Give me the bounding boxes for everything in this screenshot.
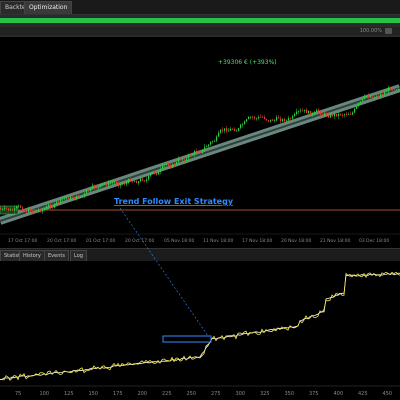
connector-line [119, 207, 209, 337]
connector-overlay [119, 207, 209, 337]
